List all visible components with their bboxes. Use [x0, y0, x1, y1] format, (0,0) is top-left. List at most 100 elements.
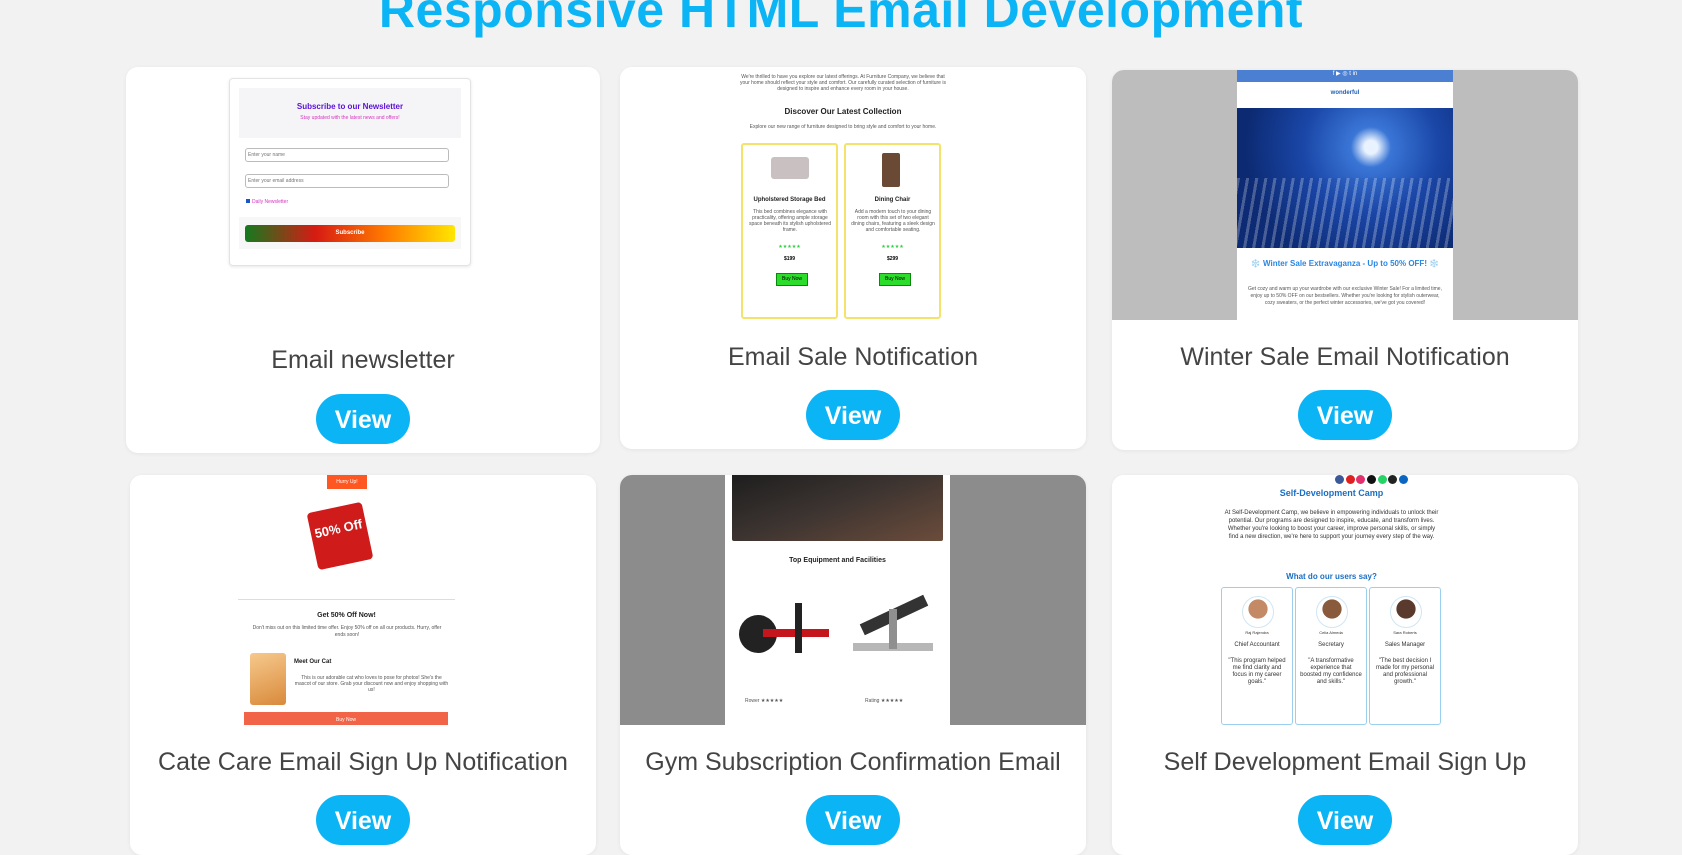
view-button[interactable]: View: [806, 390, 900, 440]
winter-hero-image: [1237, 108, 1453, 248]
bench-post: [889, 609, 897, 649]
card-preview: Subscribe to our Newsletter Stay updated…: [126, 67, 600, 317]
cat-heading: Meet Our Cat: [294, 659, 332, 665]
card-title: Winter Sale Email Notification: [1180, 343, 1510, 371]
template-card-self-development: Self-Development Camp At Self-Developmen…: [1112, 475, 1578, 855]
testimonial-quote: "This program helped me find clarity and…: [1228, 658, 1286, 685]
winter-heading: ❄️ Winter Sale Extravaganza - Up to 50% …: [1250, 259, 1440, 268]
view-button[interactable]: View: [1298, 390, 1392, 440]
view-button[interactable]: View: [316, 394, 410, 444]
testimonial-name: Sara Roberts: [1393, 630, 1417, 635]
testimonial-role: Sales Manager: [1384, 642, 1426, 648]
whatsapp-icon[interactable]: [1377, 475, 1387, 484]
buy-now-button[interactable]: Buy Now: [776, 273, 808, 286]
furniture-email-preview: We're thrilled to have you explore our l…: [735, 67, 951, 321]
product-card: Upholstered Storage Bed This bed combine…: [741, 143, 838, 319]
newsletter-button-area: Subscribe: [239, 217, 461, 249]
facebook-icon[interactable]: [1335, 475, 1344, 484]
product-price: $299: [886, 256, 899, 262]
template-card-winter-sale: f ▶ ◎ t in wonderful ❄️ Winter Sale Extr…: [1112, 70, 1578, 450]
chair-image: [882, 153, 900, 187]
youtube-icon[interactable]: ▶: [1336, 71, 1341, 77]
social-bar: f ▶ ◎ t in: [1237, 70, 1453, 82]
product-rating: ★★★★★: [778, 244, 801, 250]
card-title: Gym Subscription Confirmation Email: [645, 748, 1061, 776]
machine-post: [795, 603, 802, 653]
newsletter-checkbox-row[interactable]: Daily Newsletter: [246, 199, 288, 205]
youtube-icon[interactable]: [1345, 475, 1355, 484]
offer-body: Don't miss out on this limited time offe…: [252, 625, 442, 638]
self-dev-email-preview: Self-Development Camp At Self-Developmen…: [1215, 475, 1448, 725]
testimonials-heading: What do our users say?: [1286, 572, 1377, 581]
card-preview: Top Equipment and Facilities Rower ★★★★★…: [620, 475, 1086, 725]
tiktok-icon[interactable]: [1367, 475, 1377, 484]
discount-tag: 50% Off: [306, 501, 374, 571]
testimonial-name: Raj Rajendra: [1245, 630, 1269, 635]
cat-body: This is our adorable cat who loves to po…: [294, 675, 449, 693]
avatar: [1390, 596, 1422, 628]
hurry-badge: Hurry Up!: [327, 475, 367, 489]
avatar: [1316, 596, 1348, 628]
newsletter-subheading: Stay updated with the latest news and of…: [300, 115, 400, 121]
winter-email-preview: f ▶ ◎ t in wonderful ❄️ Winter Sale Extr…: [1237, 70, 1453, 320]
card-preview: f ▶ ◎ t in wonderful ❄️ Winter Sale Extr…: [1112, 70, 1578, 320]
template-card-gym-subscription: Top Equipment and Facilities Rower ★★★★★…: [620, 475, 1086, 855]
preview-intro: We're thrilled to have you explore our l…: [740, 74, 946, 92]
card-preview: Hurry Up! 50% Off Get 50% Off Now! Don't…: [130, 475, 596, 725]
caption-right: Rating ★★★★★: [865, 698, 904, 704]
testimonial-name: Celia Almeda: [1319, 630, 1343, 635]
view-button[interactable]: View: [806, 795, 900, 845]
self-dev-heading: Self-Development Camp: [1279, 488, 1384, 498]
view-button[interactable]: View: [316, 795, 410, 845]
card-title: Self Development Email Sign Up: [1163, 748, 1527, 776]
linkedin-icon[interactable]: in: [1353, 71, 1358, 77]
cat-email-preview: Hurry Up! 50% Off Get 50% Off Now! Don't…: [230, 475, 463, 725]
buy-now-button[interactable]: Buy Now: [244, 712, 448, 725]
x-icon[interactable]: [1388, 475, 1398, 484]
cat-image: [250, 653, 286, 705]
card-title: Cate Care Email Sign Up Notification: [158, 748, 568, 776]
testimonial-card: Raj Rajendra Chief Accountant "This prog…: [1221, 587, 1293, 725]
product-card: Dining Chair Add a modern touch to your …: [844, 143, 941, 319]
preview-heading: Discover Our Latest Collection: [784, 107, 902, 116]
testimonial-role: Secretary: [1318, 642, 1344, 648]
rower-machine-image: [733, 585, 838, 675]
newsletter-name-input[interactable]: [245, 148, 449, 162]
newsletter-preview: Subscribe to our Newsletter Stay updated…: [229, 78, 471, 266]
instagram-icon[interactable]: [1356, 475, 1366, 484]
gym-email-preview: Top Equipment and Facilities Rower ★★★★★…: [725, 475, 950, 725]
view-button[interactable]: View: [1298, 795, 1392, 845]
card-title: Email newsletter: [271, 346, 455, 374]
checkbox-icon[interactable]: [246, 199, 250, 203]
buy-now-button[interactable]: Buy Now: [879, 273, 911, 286]
instagram-icon[interactable]: ◎: [1342, 71, 1347, 77]
product-name: Dining Chair: [874, 197, 911, 203]
twitter-icon[interactable]: t: [1349, 71, 1351, 77]
page-title: Responsive HTML Email Development: [378, 0, 1304, 38]
template-card-cat-care: Hurry Up! 50% Off Get 50% Off Now! Don't…: [130, 475, 596, 855]
divider: [238, 599, 455, 600]
offer-heading: Get 50% Off Now!: [317, 612, 376, 619]
card-preview: Self-Development Camp At Self-Developmen…: [1112, 475, 1578, 725]
bench-machine-image: [843, 579, 943, 679]
product-desc: Add a modern touch to your dining room w…: [851, 209, 935, 233]
product-rating: ★★★★★: [881, 244, 904, 250]
testimonial-quote: "The best decision I made for my persona…: [1375, 658, 1435, 685]
gym-heading: Top Equipment and Facilities: [789, 557, 886, 564]
self-dev-body: At Self-Development Camp, we believe in …: [1224, 510, 1439, 540]
snowy-trees: [1237, 178, 1453, 248]
subscribe-button[interactable]: Subscribe: [245, 225, 455, 242]
checkbox-label: Daily Newsletter: [252, 199, 289, 205]
preview-subtext: Explore our new range of furniture desig…: [749, 124, 937, 130]
newsletter-header: Subscribe to our Newsletter Stay updated…: [239, 88, 461, 138]
product-desc: This bed combines elegance with practica…: [749, 209, 831, 233]
testimonial-card: Sara Roberts Sales Manager "The best dec…: [1369, 587, 1441, 725]
tag-text: 50% Off: [313, 516, 364, 542]
template-card-email-sale-notification: We're thrilled to have you explore our l…: [620, 67, 1086, 449]
linkedin-icon[interactable]: [1399, 475, 1409, 484]
facebook-icon[interactable]: f: [1333, 71, 1335, 77]
avatar: [1242, 596, 1274, 628]
newsletter-email-input[interactable]: [245, 174, 449, 188]
winter-body: Get cozy and warm up your wardrobe with …: [1248, 286, 1442, 306]
product-price: $199: [783, 256, 796, 262]
